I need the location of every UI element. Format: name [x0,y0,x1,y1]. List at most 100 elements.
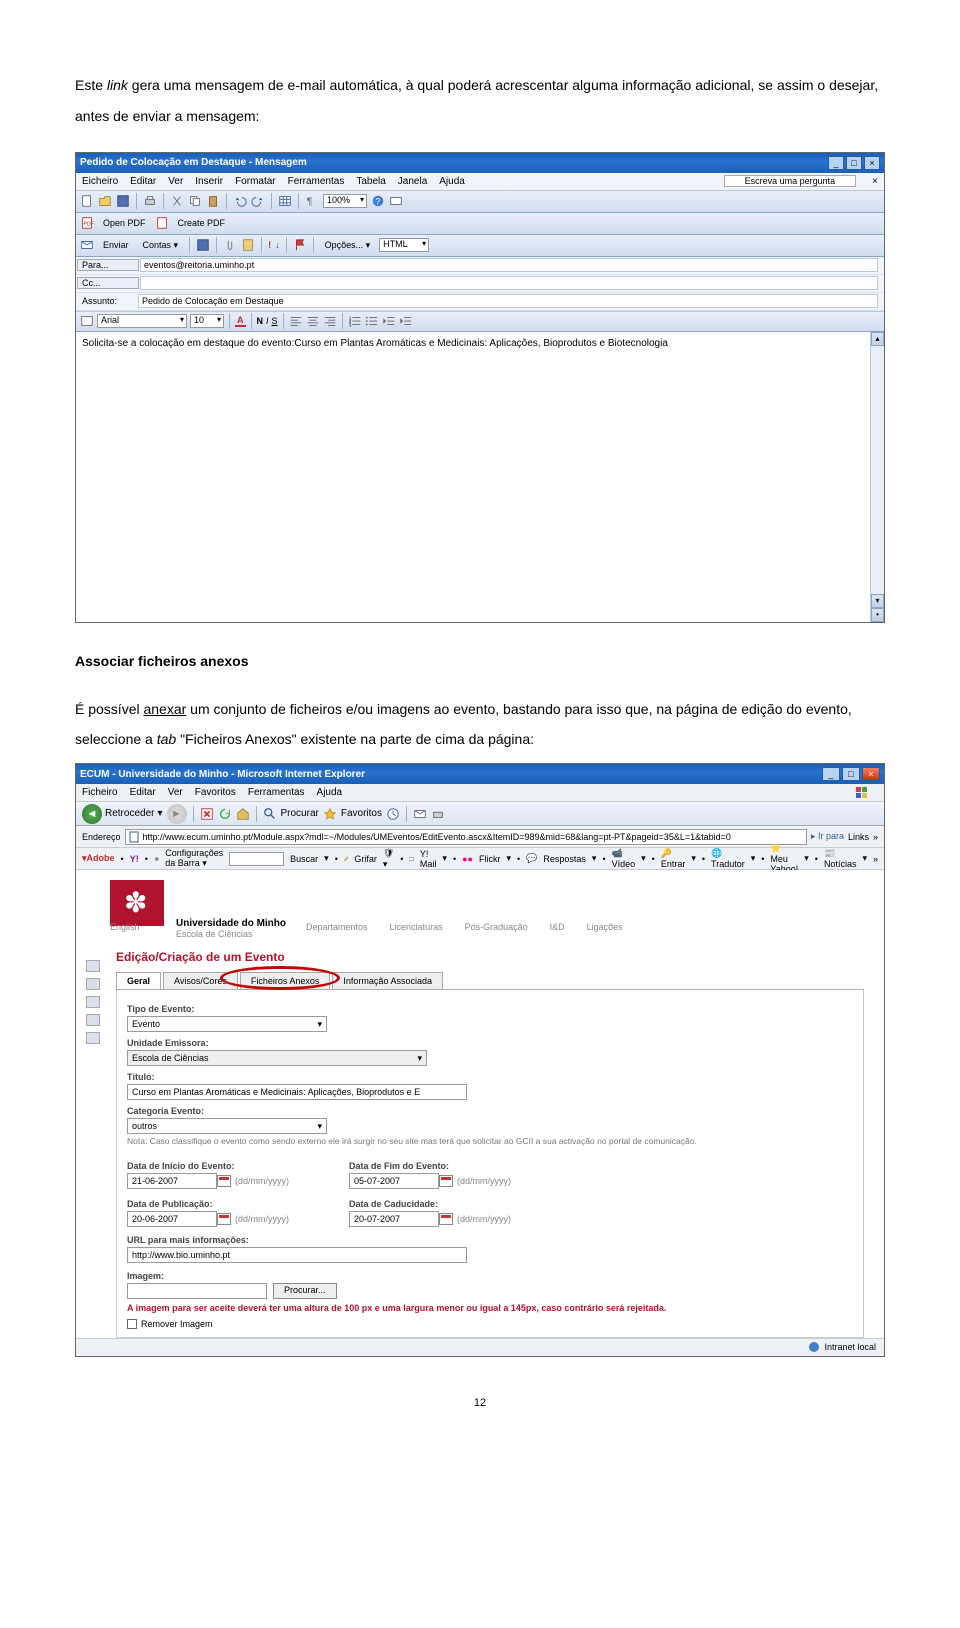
topnav-posgrad[interactable]: Pós-Graduação [465,922,528,932]
respostas-button[interactable]: Respostas [543,854,586,864]
side-icon-1[interactable] [86,960,100,972]
menu-inserir[interactable]: Inserir [195,176,223,187]
topnav-licenciaturas[interactable]: Licenciaturas [390,922,443,932]
tipo-select[interactable]: Evento▾ [127,1016,327,1032]
table-icon[interactable] [278,194,292,208]
links-button[interactable]: Links [848,832,869,842]
save-icon[interactable] [116,194,130,208]
bullet-list-icon[interactable] [365,314,379,328]
ie-close-button[interactable]: × [862,767,880,781]
tradutor-button[interactable]: 🌐 Tradutor [711,848,745,869]
procurar-button[interactable]: Procurar [281,808,319,819]
attach-icon[interactable] [223,238,237,252]
unidade-select[interactable]: Escola de Ciências▾ [127,1050,427,1066]
url-field[interactable]: http://www.bio.uminho.pt [127,1247,467,1263]
menu-janela[interactable]: Janela [398,176,427,187]
menu-ficheiro[interactable]: Eicheiro [82,176,118,187]
topnav-id[interactable]: I&D [550,922,565,932]
favoritos-button[interactable]: Favoritos [341,808,382,819]
ie-menu-editar[interactable]: Editar [130,787,156,798]
cc-button[interactable]: Cc... [77,277,139,289]
bold-button[interactable]: N [257,316,264,326]
back-button[interactable]: ◄ Retroceder ▾ [82,804,163,824]
menu-editar[interactable]: Editar [130,176,156,187]
side-icon-5[interactable] [86,1032,100,1044]
open-pdf-button[interactable]: Open PDF [98,216,151,230]
size-select[interactable]: 10 [190,314,224,328]
links-chevron[interactable]: » [873,832,878,842]
paragraph-icon[interactable]: ¶ [305,194,319,208]
zoom-select[interactable]: 100% [323,194,367,208]
calendar-icon[interactable] [217,1175,231,1187]
scrollbar[interactable]: ▴ ▾ • [870,332,884,622]
flickr-button[interactable]: Flickr [479,854,501,864]
opcoes-button[interactable]: Opções... ▾ [320,238,376,253]
tab-ficheiros[interactable]: Ficheiros Anexos [240,972,331,989]
undo-icon[interactable] [233,194,247,208]
minimize-button[interactable]: _ [828,156,844,170]
yahoo-icon[interactable]: Y! [130,854,139,864]
data-fim-field[interactable]: 05-07-2007 [349,1173,439,1189]
open-icon[interactable] [98,194,112,208]
print-icon-2[interactable] [431,807,445,821]
address-field[interactable]: http://www.ecum.uminho.pt/Module.aspx?md… [125,829,807,845]
para-field[interactable]: eventos@reitoria.uminho.pt [140,258,878,272]
ie-menu-ficheiro[interactable]: Ficheiro [82,787,118,798]
flag-icon[interactable] [293,238,307,252]
scroll-down-icon[interactable]: ▾ [871,594,884,608]
forward-button[interactable]: ► [167,804,187,824]
cut-icon[interactable] [170,194,184,208]
redo-icon[interactable] [251,194,265,208]
grifar-button[interactable]: Grifar [354,854,377,864]
italic-button[interactable]: I [266,316,269,326]
indent-icon[interactable] [399,314,413,328]
adobe-label[interactable]: ▾Adobe [82,853,115,864]
remover-checkbox[interactable] [127,1319,137,1329]
address-book-icon[interactable] [241,238,255,252]
align-left-icon[interactable] [289,314,303,328]
imagem-field[interactable] [127,1283,267,1299]
menu-formatar[interactable]: Formatar [235,176,276,187]
outdent-icon[interactable] [382,314,396,328]
tab-info[interactable]: Informação Associada [332,972,443,989]
procurar-file-button[interactable]: Procurar... [273,1283,337,1299]
config-button[interactable]: Configurações da Barra ▾ [165,848,223,869]
underline-button[interactable]: S [272,316,278,326]
menu-close-icon[interactable]: × [872,176,878,187]
menu-ver[interactable]: Ver [168,176,183,187]
create-pdf-button[interactable]: Create PDF [173,216,231,230]
outlook-message-body[interactable]: Solicita-se a colocação em destaque do e… [76,332,884,622]
side-icon-2[interactable] [86,978,100,990]
yahoo-search-field[interactable] [229,852,284,866]
topnav-ligacoes[interactable]: Ligações [587,922,623,932]
menu-tabela[interactable]: Tabela [356,176,385,187]
scroll-up-icon[interactable]: ▴ [871,332,884,346]
font-color-button[interactable]: A [235,315,246,327]
ie-menu-ferramentas[interactable]: Ferramentas [248,787,305,798]
cc-field[interactable] [140,276,878,290]
noticias-button[interactable]: 📰 Notícias [824,848,857,869]
maximize-button[interactable]: □ [846,156,862,170]
font-select[interactable]: Arial [97,314,187,328]
ie-minimize-button[interactable]: _ [822,767,840,781]
history-icon[interactable] [386,807,400,821]
stop-icon[interactable] [200,807,214,821]
menu-ajuda[interactable]: Ajuda [439,176,465,187]
video-button[interactable]: 📹 Vídeo [612,848,636,869]
uminho-logo[interactable] [110,880,164,926]
help-search[interactable]: Escreva uma pergunta [724,175,857,187]
refresh-icon[interactable] [218,807,232,821]
titulo-field[interactable]: Curso em Plantas Aromáticas e Medicinais… [127,1084,467,1100]
topnav-departamentos[interactable]: Departamentos [306,922,368,932]
paste-icon[interactable] [206,194,220,208]
enviar-button[interactable]: Enviar [98,238,134,252]
entrar-button[interactable]: 🔑 Entrar [661,848,686,869]
align-center-icon[interactable] [306,314,320,328]
menu-ferramentas[interactable]: Ferramentas [288,176,345,187]
format-select[interactable]: HTML [379,238,429,252]
tab-avisos[interactable]: Avisos/Cores [163,972,238,989]
numbered-list-icon[interactable]: 123 [348,314,362,328]
read-icon[interactable] [389,194,403,208]
home-icon[interactable] [236,807,250,821]
categoria-select[interactable]: outros▾ [127,1118,327,1134]
